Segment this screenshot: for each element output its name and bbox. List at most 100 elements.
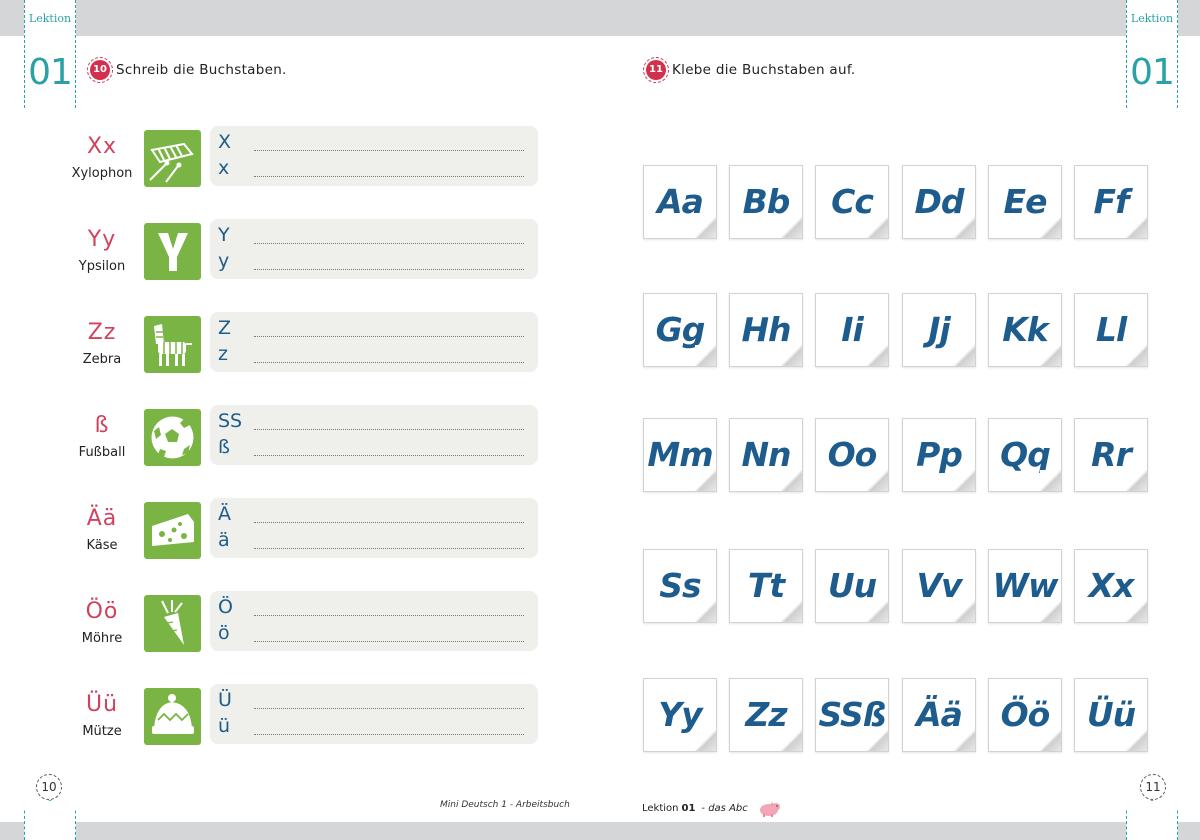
- sticker-card[interactable]: Ll: [1074, 293, 1148, 367]
- sticker-letter: Xx: [1088, 566, 1135, 605]
- exercise-instruction: Klebe die Buchstaben auf.: [672, 62, 856, 78]
- row-word: Ypsilon: [78, 259, 126, 274]
- uppercase-letter: Ü: [218, 689, 232, 711]
- sticker-letter: Yy: [658, 695, 702, 734]
- sticker-letter: Ää: [916, 695, 963, 734]
- sticker-letter: Rr: [1091, 435, 1132, 474]
- sticker-card[interactable]: Vv: [902, 549, 976, 623]
- top-dashed-line: [0, 42, 1200, 44]
- pig-icon: [759, 802, 780, 817]
- uppercase-letter: Ö: [218, 596, 233, 618]
- sticker-letter: Ww: [992, 566, 1059, 605]
- row-word: Möhre: [81, 631, 123, 646]
- dotted-line: [254, 734, 524, 735]
- sticker-card[interactable]: Gg: [643, 293, 717, 367]
- writing-lines[interactable]: X x: [210, 126, 538, 186]
- dotted-line: [254, 150, 524, 151]
- bottom-ribbon-left: [24, 800, 76, 840]
- row-letter: ß: [94, 413, 110, 438]
- sticker-letter: Ii: [841, 310, 864, 349]
- writing-lines[interactable]: SS ß: [210, 405, 538, 465]
- sticker-card[interactable]: Aa: [643, 165, 717, 239]
- sticker-card[interactable]: Ss: [643, 549, 717, 623]
- row-letter: Ää: [86, 506, 118, 531]
- sticker-letter: Qq: [1000, 435, 1051, 474]
- lesson-tab-left: Lektion 01: [24, 0, 76, 108]
- sticker-letter: Gg: [655, 310, 706, 349]
- footer-book-title: Mini Deutsch 1 - Arbeitsbuch: [440, 800, 570, 810]
- sticker-card[interactable]: Xx: [1074, 549, 1148, 623]
- dotted-line: [254, 455, 524, 456]
- sticker-letter: Ff: [1093, 182, 1130, 221]
- soccer-ball-icon: [144, 409, 201, 466]
- exercise-11-heading: 11 Klebe die Buchstaben auf.: [643, 57, 856, 83]
- sticker-card[interactable]: Yy: [643, 678, 717, 752]
- sticker-card[interactable]: Rr: [1074, 418, 1148, 492]
- sticker-card[interactable]: Ff: [1074, 165, 1148, 239]
- sticker-card[interactable]: Dd: [902, 165, 976, 239]
- dotted-line: [254, 522, 524, 523]
- row-word: Fußball: [78, 445, 126, 460]
- page-number-right: 11: [1140, 774, 1166, 800]
- uppercase-letter: X: [218, 131, 232, 153]
- sticker-card[interactable]: Jj: [902, 293, 976, 367]
- writing-lines[interactable]: Z z: [210, 312, 538, 372]
- lesson-tab-right: Lektion 01: [1126, 0, 1178, 108]
- top-band: [0, 0, 1200, 36]
- lowercase-letter: z: [218, 343, 228, 365]
- letter-row-eszett: ß Fußball SS ß: [60, 405, 540, 467]
- sticker-card[interactable]: Pp: [902, 418, 976, 492]
- letter-row-oe: Öö Möhre Ö ö: [60, 591, 540, 653]
- bottom-dashed-line: [0, 816, 1200, 818]
- sticker-letter: Zz: [745, 695, 787, 734]
- row-word: Zebra: [82, 352, 122, 367]
- writing-lines[interactable]: Ö ö: [210, 591, 538, 651]
- sticker-card[interactable]: Mm: [643, 418, 717, 492]
- sticker-card[interactable]: Ää: [902, 678, 976, 752]
- sticker-card[interactable]: Qq: [988, 418, 1062, 492]
- sticker-card[interactable]: Kk: [988, 293, 1062, 367]
- lowercase-letter: ü: [218, 715, 231, 737]
- sticker-letter: Öö: [1000, 695, 1051, 734]
- writing-lines[interactable]: Y y: [210, 219, 538, 279]
- sticker-card[interactable]: Tt: [729, 549, 803, 623]
- sticker-card[interactable]: Üü: [1074, 678, 1148, 752]
- row-word: Xylophon: [71, 166, 133, 181]
- row-letter: Zz: [87, 320, 117, 345]
- sticker-card[interactable]: Ee: [988, 165, 1062, 239]
- sticker-card[interactable]: Öö: [988, 678, 1062, 752]
- writing-lines[interactable]: Ü ü: [210, 684, 538, 744]
- row-letter: Yy: [87, 227, 117, 252]
- lesson-tab-label: Lektion: [28, 12, 72, 25]
- sticker-letter: Üü: [1086, 695, 1136, 734]
- dotted-line: [254, 641, 524, 642]
- sticker-card[interactable]: SSß: [815, 678, 889, 752]
- sticker-letter: Vv: [916, 566, 962, 605]
- dotted-line: [254, 548, 524, 549]
- uppercase-letter: Z: [218, 317, 232, 339]
- dotted-line: [254, 269, 524, 270]
- sticker-card[interactable]: Zz: [729, 678, 803, 752]
- lowercase-letter: x: [218, 157, 230, 179]
- hat-icon: [144, 688, 201, 745]
- dotted-line: [254, 243, 524, 244]
- lowercase-letter: ä: [218, 529, 230, 551]
- sticker-card[interactable]: Oo: [815, 418, 889, 492]
- sticker-card[interactable]: Bb: [729, 165, 803, 239]
- dotted-line: [254, 615, 524, 616]
- sticker-letter: Mm: [647, 435, 713, 474]
- sticker-card[interactable]: Ww: [988, 549, 1062, 623]
- sticker-letter: Nn: [741, 435, 791, 474]
- sticker-letter: Dd: [914, 182, 964, 221]
- bottom-ribbon-right: [1126, 800, 1178, 840]
- letter-row-zz: Zz Zebra Z z: [60, 312, 540, 374]
- letter-row-yy: Yy Ypsilon Y y: [60, 219, 540, 281]
- sticker-card[interactable]: Ii: [815, 293, 889, 367]
- sticker-card[interactable]: Nn: [729, 418, 803, 492]
- writing-lines[interactable]: Ä ä: [210, 498, 538, 558]
- sticker-card[interactable]: Hh: [729, 293, 803, 367]
- uppercase-letter: SS: [218, 410, 243, 432]
- sticker-card[interactable]: Uu: [815, 549, 889, 623]
- sticker-letter: Uu: [827, 566, 877, 605]
- sticker-card[interactable]: Cc: [815, 165, 889, 239]
